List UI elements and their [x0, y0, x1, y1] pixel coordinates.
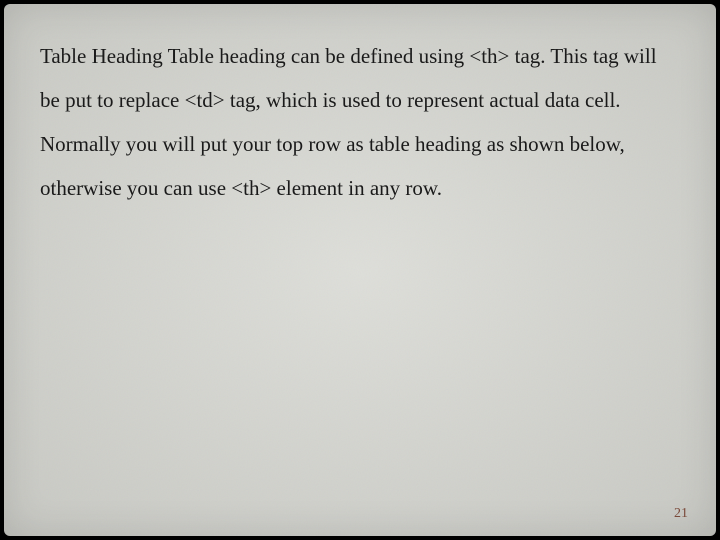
body-text: Table Heading Table heading can be defin…: [40, 34, 680, 210]
page-number: 21: [674, 506, 688, 522]
slide-container: Table Heading Table heading can be defin…: [4, 4, 716, 536]
